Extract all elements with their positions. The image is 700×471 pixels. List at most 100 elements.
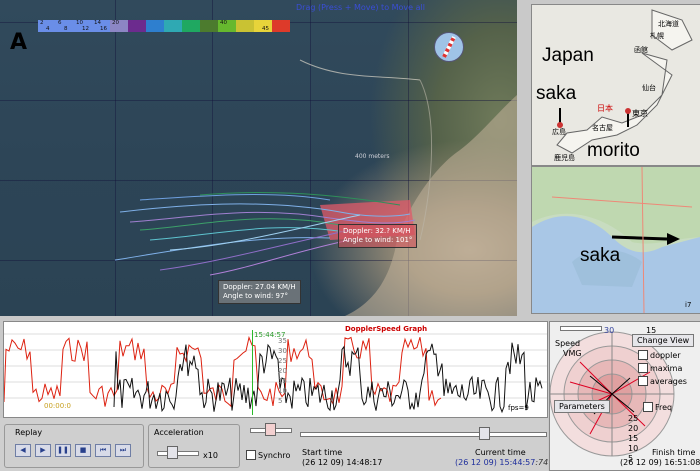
track-info-popup: Doppler: 27.04 KM/H Angle to wind: 97° [218,280,301,304]
colorbar-label: 45 [262,26,269,32]
graph-title: DopplerSpeed Graph [345,325,428,333]
synchro-checkbox[interactable]: Synchro [246,450,290,460]
colorbar-label: 12 [82,26,89,32]
checkbox-icon [638,350,648,360]
colorbar-label: 40 [220,20,227,26]
vmg-label: VMG [563,349,582,358]
y-tick: 35 [278,337,287,345]
checkbox-icon [638,376,648,386]
y-tick: 25 [278,357,287,365]
scale-tick: 25 [628,414,639,423]
colorbar-swatch [182,20,200,32]
acceleration-value: x10 [203,451,218,460]
japan-label: Japan [542,45,594,66]
rewind-icon[interactable]: ◀ [15,444,31,457]
doppler-readout: Doppler: 32.? KM/H [343,227,411,235]
colorbar-swatch [272,20,290,32]
japan-overview-map: Japan saka morito 日本 東京 札幌 北海道 函館 仙台 広島 … [531,4,700,166]
series-checkboxes: doppler maxima averages [638,350,687,386]
colorbar-swatch [164,20,182,32]
tokyo-label: 東京 [632,109,648,118]
y-tick: 5 [278,397,283,405]
check-averages[interactable]: averages [638,376,687,386]
satellite-map[interactable]: 400 meters 2 4 6 8 10 12 14 16 20 40 45 Drag (Pres… [0,0,517,316]
speed-colorbar: 2 4 6 8 10 12 14 16 20 40 45 [38,20,290,38]
morito-label: morito [587,140,640,161]
colorbar-swatch: 14 16 [92,20,110,32]
change-view-label: Change View [632,334,695,347]
radar-tick: 30 [604,326,615,335]
colorbar-label: 16 [100,26,107,32]
graph-start-label: 00:00:0 [44,402,71,410]
wind-compass-icon[interactable] [434,32,464,62]
y-tick: 30 [278,347,287,355]
colorbar-label: 6 [58,20,62,26]
y-tick: 15 [278,377,287,385]
check-freq[interactable]: Freq [643,402,672,412]
parameters-button[interactable]: Parameters [554,400,610,413]
acceleration-group: Acceleration x10 [148,424,240,468]
colorbar-swatch: 20 [110,20,128,32]
check-label: maxima [650,363,683,373]
scale-tick: 20 [628,424,639,433]
checkbox-icon [246,450,256,460]
slider-thumb[interactable] [167,446,178,459]
colorbar-swatch: 40 [218,20,236,32]
colorbar-swatch: 45 [254,20,272,32]
current-time-label: Current time [475,448,526,457]
colorbar-swatch: 10 12 [74,20,92,32]
local-area-map: saka i7 [531,166,700,314]
speed-slider[interactable] [560,326,602,331]
radar-scale: 25 20 15 10 5 [628,414,638,464]
sapporo-label: 札幌 [650,32,664,40]
play-icon[interactable]: ▶ [35,444,51,457]
skip-forward-icon[interactable]: ⏭ [115,444,131,457]
start-time-value: (26 12 09) 14:48:17 [302,458,383,467]
slider-thumb[interactable] [265,423,276,436]
colorbar-swatch: 24 [38,20,56,32]
check-maxima[interactable]: maxima [638,363,687,373]
acceleration-label: Acceleration [154,428,204,437]
check-label: averages [650,376,687,386]
saka-label: saka [536,83,577,104]
check-doppler[interactable]: doppler [638,350,687,360]
checkbox-icon [643,402,653,412]
kagoshima-label: 鹿児島 [554,154,575,162]
local-map-shapes [532,167,700,313]
angle-readout: Angle to wind: 97° [223,292,288,300]
stop-icon[interactable]: ■ [75,444,91,457]
colorbar-swatch [146,20,164,32]
playback-controls: Replay ◀ ▶ ❚❚ ■ ⏮ ⏭ Acceleration x10 Syn… [0,418,548,471]
current-time-display: (26 12 09) 15:44:57:74 [455,458,548,467]
colorbar-swatch: 68 [56,20,74,32]
doppler-readout: Doppler: 27.04 KM/H [223,283,296,291]
colorbar-label: 2 [40,20,44,26]
colorbar-label: 8 [64,26,68,32]
timeline-slider[interactable] [300,427,547,440]
angle-readout: Angle to wind: 101° [343,236,413,244]
graph-y-axis: 35 30 25 20 15 10 5 [278,336,287,406]
change-view-button[interactable]: Change View [632,334,695,347]
scale-label: 400 meters [355,153,390,160]
check-label: doppler [650,350,681,360]
pause-icon[interactable]: ❚❚ [55,444,71,457]
current-time-value: (26 12 09) 15:44:57 [455,458,536,467]
speed-label: Speed [555,339,581,348]
speed-trace [4,335,442,408]
replay-group: Replay ◀ ▶ ❚❚ ■ ⏮ ⏭ [4,424,144,468]
nagoya-label: 名古屋 [592,124,613,132]
finish-time-label: Finish time [652,448,696,457]
zoom-slider[interactable] [250,423,292,436]
slider-thumb[interactable] [479,427,490,440]
colorbar-swatch [128,20,146,32]
replay-label: Replay [15,428,43,437]
acceleration-slider[interactable] [157,446,199,459]
y-tick: 10 [278,387,287,395]
speed-trace [113,342,543,414]
skip-back-icon[interactable]: ⏮ [95,444,111,457]
graph-cursor-line[interactable] [252,330,253,415]
check-label: Freq [655,402,673,412]
scale-tick: 10 [628,444,639,453]
drag-hint: Drag (Press + Move) to Move all [296,3,425,12]
track-info-popup: Doppler: 32.? KM/H Angle to wind: 101° [338,224,418,248]
